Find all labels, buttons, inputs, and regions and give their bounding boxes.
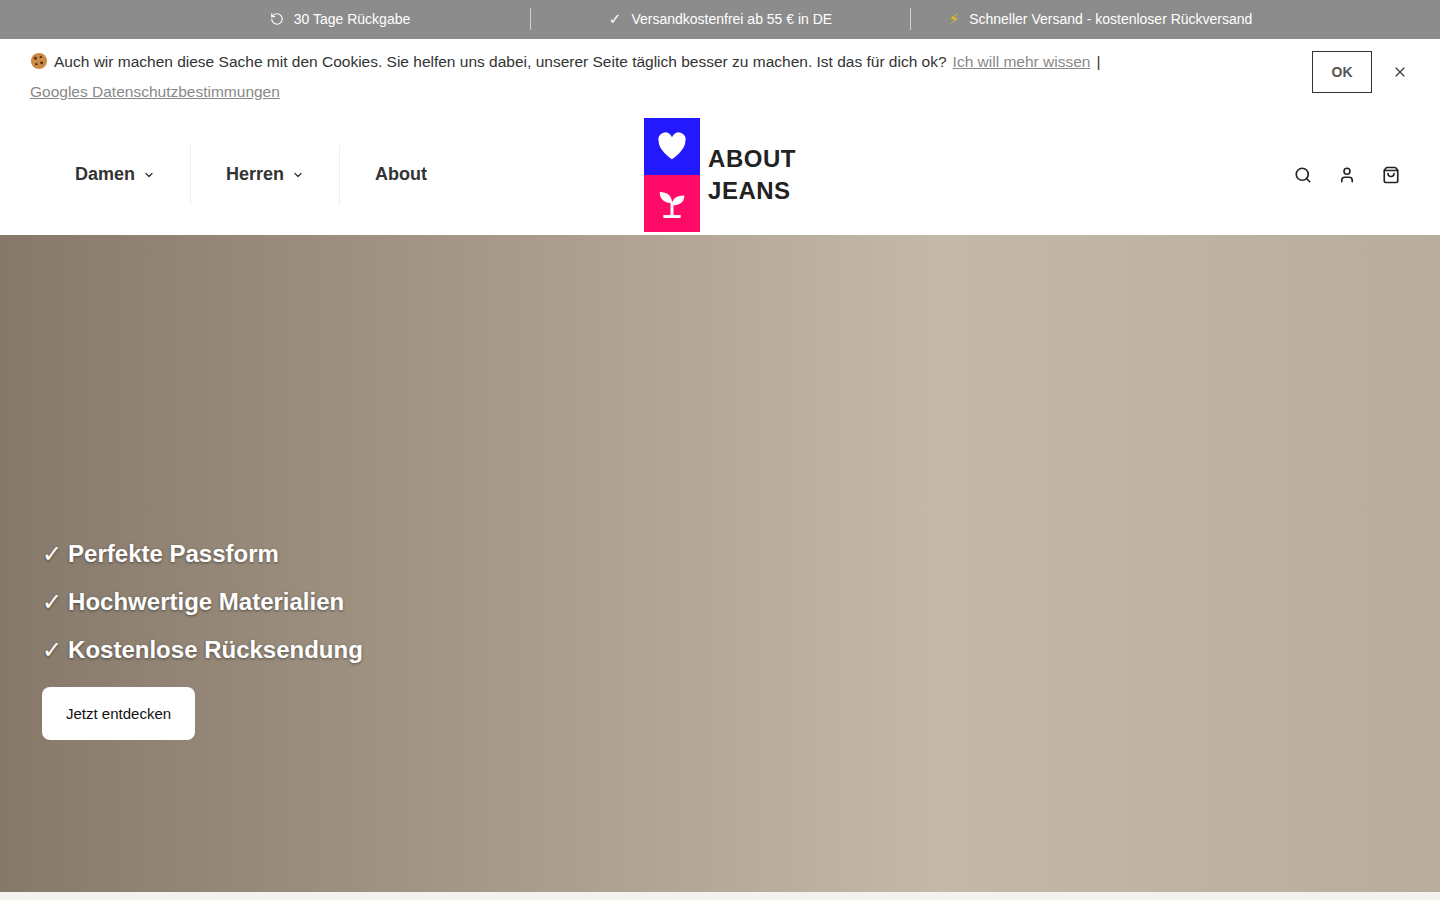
bag-icon	[1382, 166, 1400, 184]
privacy-link[interactable]: Googles Datenschutzbestimmungen	[30, 83, 280, 100]
promo-item: 30 Tage Rückgabe	[150, 8, 530, 30]
nav-item[interactable]: About	[339, 145, 462, 205]
nav-item[interactable]: Damen	[40, 145, 190, 205]
account-button[interactable]	[1338, 166, 1356, 184]
cookie-text: Auch wir machen diese Sache mit den Cook…	[30, 47, 1292, 107]
promo-bar: 30 Tage Rückgabe ✓ Versandkostenfrei ab 55…	[0, 0, 1440, 39]
promo-text: Schneller Versand - kostenloser Rückvers…	[969, 11, 1252, 27]
heart-icon	[656, 131, 688, 161]
promo-text: 30 Tage Rückgabe	[294, 11, 411, 27]
return-icon	[270, 12, 284, 26]
close-icon	[1392, 64, 1408, 80]
logo-text: ABOUTJEANS	[708, 143, 796, 207]
close-button[interactable]	[1392, 64, 1408, 80]
promo-symbol: ⚡	[949, 10, 960, 28]
hero-bullet: ✓Kostenlose Rücksendung	[42, 626, 1400, 674]
logo-bottom	[644, 175, 700, 232]
chevron-down-icon	[292, 169, 304, 181]
promo-text: Versandkostenfrei ab 55 € in DE	[631, 11, 832, 27]
logo-top	[644, 118, 700, 175]
discover-button[interactable]: Jetzt entdecken	[42, 687, 195, 740]
cart-button[interactable]	[1382, 166, 1400, 184]
more-info-link[interactable]: Ich will mehr wissen	[953, 53, 1091, 70]
search-button[interactable]	[1294, 166, 1312, 184]
ok-button[interactable]: OK	[1312, 51, 1372, 93]
logo[interactable]: ABOUTJEANS	[644, 118, 796, 232]
promo-item: ✓ Versandkostenfrei ab 55 € in DE	[530, 8, 910, 30]
main-nav: DamenHerrenAbout	[40, 145, 644, 205]
bottom-strip	[0, 892, 1440, 900]
header: DamenHerrenAbout ABOUTJEANS	[0, 115, 1440, 235]
hero-banner: ✓Perfekte Passform✓Hochwertige Materiali…	[0, 235, 1440, 893]
separator: |	[1096, 53, 1100, 70]
promo-symbol: ✓	[609, 10, 622, 28]
chevron-down-icon	[143, 169, 155, 181]
sprout-icon	[657, 187, 687, 219]
hero-bullet: ✓Perfekte Passform	[42, 530, 1400, 578]
hero-bullet: ✓Hochwertige Materialien	[42, 578, 1400, 626]
nav-item[interactable]: Herren	[190, 145, 339, 205]
page: 30 Tage Rückgabe ✓ Versandkostenfrei ab 55…	[0, 0, 1440, 900]
search-icon	[1294, 166, 1312, 184]
promo-item: ⚡ Schneller Versand - kostenloser Rückver…	[910, 8, 1290, 30]
user-icon	[1338, 166, 1356, 184]
cookie-icon	[30, 52, 48, 70]
cookie-banner: Auch wir machen diese Sache mit den Cook…	[0, 39, 1440, 115]
